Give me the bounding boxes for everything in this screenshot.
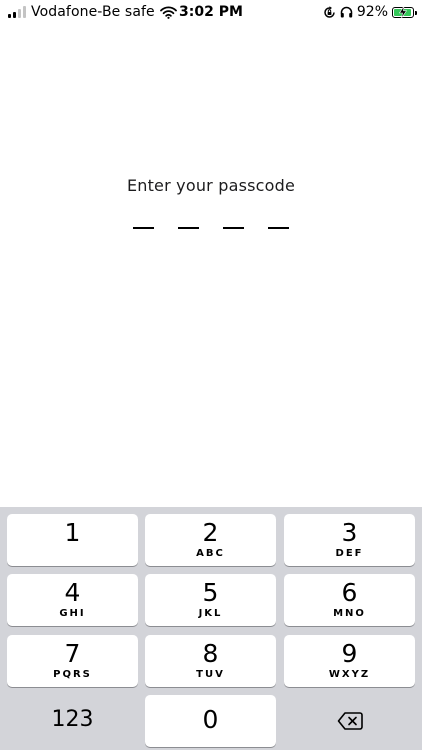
key-digit: 8 (202, 639, 219, 668)
charging-bolt-icon (398, 5, 408, 18)
key-digit: 9 (341, 639, 358, 668)
passcode-digit-slot (268, 227, 289, 229)
key-letters: WXYZ (328, 669, 371, 680)
passcode-digit-slot (133, 227, 154, 229)
key-4[interactable]: 4 GHI (7, 574, 138, 626)
key-letters: JKL (198, 608, 223, 619)
key-digit: 3 (341, 518, 358, 547)
passcode-dots (133, 227, 289, 231)
key-digit: 6 (341, 578, 358, 607)
key-digit: 5 (202, 578, 219, 607)
passcode-digit-slot (178, 227, 199, 229)
key-letters: DEF (335, 548, 364, 559)
key-letters: MNO (333, 608, 366, 619)
key-digit: 2 (202, 518, 219, 547)
key-6[interactable]: 6 MNO (284, 574, 415, 626)
key-digit: 1 (64, 518, 81, 547)
key-digit: 0 (202, 705, 219, 734)
status-bar: Vodafone-Be safe 3:02 PM 92% (0, 0, 422, 24)
status-right: 92% (323, 4, 417, 20)
passcode-digit-slot (223, 227, 244, 229)
key-2[interactable]: 2 ABC (145, 514, 276, 566)
key-letters: ABC (196, 548, 225, 559)
key-0[interactable]: 0 (145, 695, 276, 747)
battery-icon (392, 5, 417, 18)
key-letters: TUV (196, 669, 225, 680)
key-1[interactable]: 1 (7, 514, 138, 566)
key-7[interactable]: 7 PQRS (7, 635, 138, 687)
numeric-keypad: 1 2 ABC 3 DEF 4 GHI 5 JKL 6 MNO 7 PQRS 8… (0, 507, 422, 750)
key-3[interactable]: 3 DEF (284, 514, 415, 566)
orientation-lock-icon (324, 5, 335, 18)
key-8[interactable]: 8 TUV (145, 635, 276, 687)
delete-button[interactable] (284, 695, 415, 747)
key-letters: GHI (59, 608, 86, 619)
key-digit: 7 (64, 639, 81, 668)
delete-backspace-icon (337, 712, 363, 730)
key-mode-label: 123 (51, 707, 94, 732)
key-letters: PQRS (53, 669, 92, 680)
battery-percent: 92% (356, 4, 388, 20)
key-9[interactable]: 9 WXYZ (284, 635, 415, 687)
passcode-prompt: Enter your passcode (126, 176, 296, 195)
key-digit: 4 (64, 578, 81, 607)
key-123-mode[interactable]: 123 (7, 695, 138, 747)
headphones-icon (340, 6, 353, 18)
key-5[interactable]: 5 JKL (145, 574, 276, 626)
